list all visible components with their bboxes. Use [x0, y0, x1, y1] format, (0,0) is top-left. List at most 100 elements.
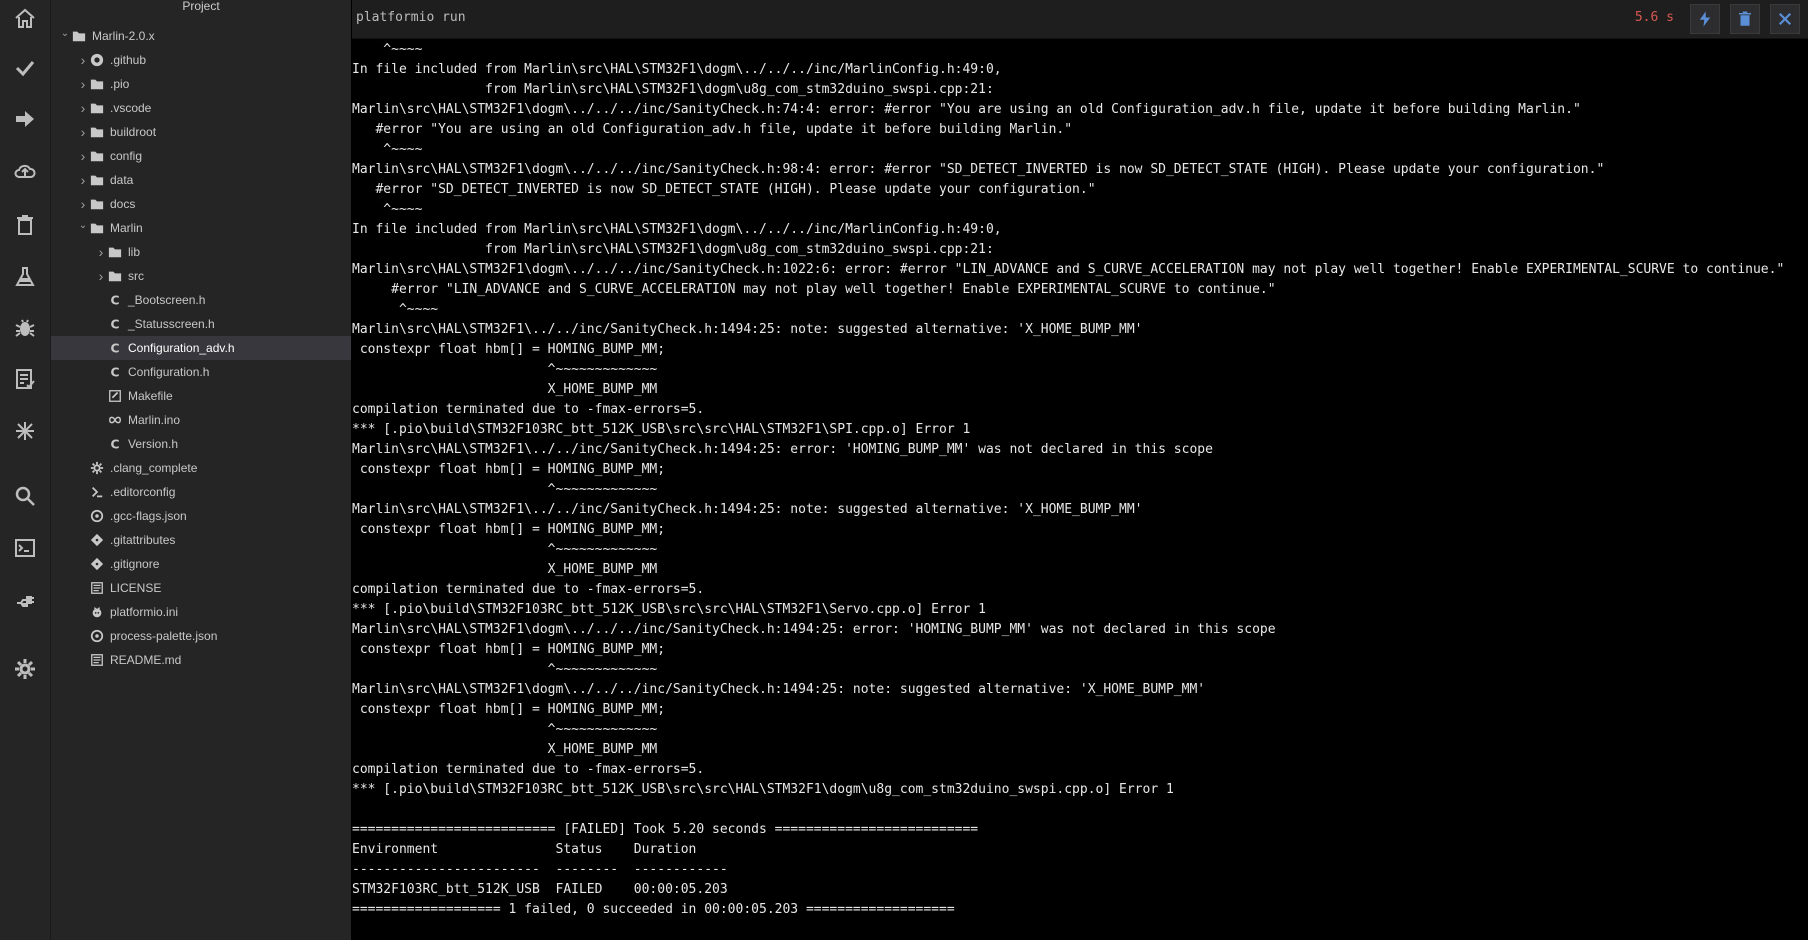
terminal-line: ------------------------ -------- ------… — [352, 862, 728, 877]
c-file-icon: C — [107, 316, 123, 332]
chevron-right-icon[interactable]: › — [77, 124, 89, 140]
close-terminal-button[interactable] — [1770, 4, 1800, 34]
tree-item[interactable]: Marlin.ino — [51, 408, 351, 432]
folder-icon — [89, 124, 105, 140]
terminal-output[interactable]: ^~~~~ In file included from Marlin\src\HA… — [352, 40, 1808, 940]
tree-item[interactable]: .gitattributes — [51, 528, 351, 552]
folder-icon — [107, 244, 123, 260]
tree-item[interactable]: › data — [51, 168, 351, 192]
terminal-line: compilation terminated due to -fmax-erro… — [352, 402, 705, 417]
c-file-icon: C — [107, 436, 123, 452]
terminal-line: Environment Status Duration — [352, 842, 697, 857]
git-icon — [89, 556, 105, 572]
arrow-right-icon[interactable] — [8, 102, 42, 136]
terminal-line: Marlin\src\HAL\STM32F1\dogm\../../../inc… — [352, 162, 1605, 177]
trash-icon — [1739, 11, 1751, 26]
terminal-line: ^~~~~ — [352, 302, 439, 317]
tree-item[interactable]: process-palette.json — [51, 624, 351, 648]
terminal-line: Marlin\src\HAL\STM32F1\dogm\../../../inc… — [352, 622, 1276, 637]
tree-item[interactable]: › src — [51, 264, 351, 288]
terminal-line: X_HOME_BUMP_MM — [352, 562, 658, 577]
tree-item[interactable]: C _Bootscreen.h — [51, 288, 351, 312]
tree-item[interactable]: › lib — [51, 240, 351, 264]
terminal-line: ^~~~~~~~~~~~~~ — [352, 362, 658, 377]
terminal-header: platformio run 5.6 s — [352, 0, 1808, 39]
chevron-right-icon[interactable]: › — [77, 100, 89, 116]
tree-item[interactable]: ⌄ Marlin — [51, 216, 351, 240]
tree-item[interactable]: LICENSE — [51, 576, 351, 600]
tree-item[interactable]: ⌄ Marlin-2.0.x — [51, 24, 351, 48]
tree-item-label: .pio — [110, 77, 130, 91]
run-bolt-button[interactable] — [1690, 4, 1720, 34]
terminal-line: constexpr float hbm[] = HOMING_BUMP_MM; — [352, 462, 666, 477]
terminal-line: X_HOME_BUMP_MM — [352, 382, 658, 397]
tree-item[interactable]: › .pio — [51, 72, 351, 96]
tree-item[interactable]: › buildroot — [51, 120, 351, 144]
terminal-line: #error "LIN_ADVANCE and S_CURVE_ACCELERA… — [352, 282, 1276, 297]
chevron-right-icon[interactable]: › — [77, 148, 89, 164]
tree-item[interactable]: .gitignore — [51, 552, 351, 576]
tree-item-label: .editorconfig — [110, 485, 176, 499]
tree-item[interactable]: › config — [51, 144, 351, 168]
tree-item-label: Configuration.h — [128, 365, 210, 379]
folder-icon — [107, 268, 123, 284]
gear-file-icon — [89, 460, 105, 476]
folder-icon — [89, 100, 105, 116]
tree-item-label: Marlin.ino — [128, 413, 181, 427]
check-icon[interactable] — [8, 51, 42, 85]
terminal-line: from Marlin\src\HAL\STM32F1\dogm\u8g_com… — [352, 242, 994, 257]
folder-icon — [89, 76, 105, 92]
tree-item[interactable]: .gcc-flags.json — [51, 504, 351, 528]
terminal-line: ^~~~~~~~~~~~~~ — [352, 662, 658, 677]
tree-item[interactable]: .clang_complete — [51, 456, 351, 480]
tree-item[interactable]: C Configuration.h — [51, 360, 351, 384]
tree-item[interactable]: C _Statusscreen.h — [51, 312, 351, 336]
chevron-right-icon[interactable]: › — [95, 268, 107, 284]
tree-item[interactable]: › .vscode — [51, 96, 351, 120]
folder-icon — [71, 28, 87, 44]
text-file-icon — [89, 580, 105, 596]
folder-icon — [89, 172, 105, 188]
flask-icon[interactable] — [8, 260, 42, 294]
terminal-line: =================== 1 failed, 0 succeede… — [352, 902, 955, 917]
chevron-right-icon[interactable]: › — [77, 196, 89, 212]
checklist-icon[interactable] — [8, 362, 42, 396]
terminal-line: Marlin\src\HAL\STM32F1\../../inc/SanityC… — [352, 322, 1143, 337]
tree-item-label: _Statusscreen.h — [128, 317, 215, 331]
chevron-right-icon[interactable]: › — [77, 52, 89, 68]
chevron-down-icon[interactable]: ⌄ — [59, 28, 71, 39]
gear-icon[interactable] — [8, 652, 42, 686]
network-icon[interactable] — [8, 414, 42, 448]
search-icon[interactable] — [8, 479, 42, 513]
home-icon[interactable] — [8, 2, 42, 36]
tree-item[interactable]: › docs — [51, 192, 351, 216]
tree-item-label: README.md — [110, 653, 182, 667]
chevron-down-icon[interactable]: ⌄ — [77, 220, 89, 231]
terminal-line: constexpr float hbm[] = HOMING_BUMP_MM; — [352, 522, 666, 537]
tree-item[interactable]: › .github — [51, 48, 351, 72]
terminal-line: #error "You are using an old Configurati… — [352, 122, 1073, 137]
tree-item[interactable]: C Version.h — [51, 432, 351, 456]
tree-item[interactable]: platformio.ini — [51, 600, 351, 624]
tree-item-label: Marlin — [110, 221, 143, 235]
cloud-upload-icon[interactable] — [8, 154, 42, 188]
tree-item[interactable]: .editorconfig — [51, 480, 351, 504]
terminal-line: ^~~~~~~~~~~~~~ — [352, 542, 658, 557]
chevron-right-icon[interactable]: › — [77, 76, 89, 92]
tree-item[interactable]: Makefile — [51, 384, 351, 408]
clear-trash-button[interactable] — [1730, 4, 1760, 34]
plug-icon[interactable] — [8, 583, 42, 617]
github-icon — [89, 52, 105, 68]
terminal-line: *** [.pio\build\STM32F103RC_btt_512K_USB… — [352, 422, 971, 437]
chevron-right-icon[interactable]: › — [95, 244, 107, 260]
tree-item[interactable]: C Configuration_adv.h — [51, 336, 351, 360]
tree-item-label: lib — [128, 245, 141, 259]
folder-icon — [89, 148, 105, 164]
bug-icon[interactable] — [8, 311, 42, 345]
chevron-right-icon[interactable]: › — [77, 172, 89, 188]
terminal-icon[interactable] — [8, 531, 42, 565]
tree-item-label: Makefile — [128, 389, 173, 403]
trash-icon[interactable] — [8, 208, 42, 242]
tree-item[interactable]: README.md — [51, 648, 351, 672]
tree-item-label: .gitignore — [110, 557, 160, 571]
